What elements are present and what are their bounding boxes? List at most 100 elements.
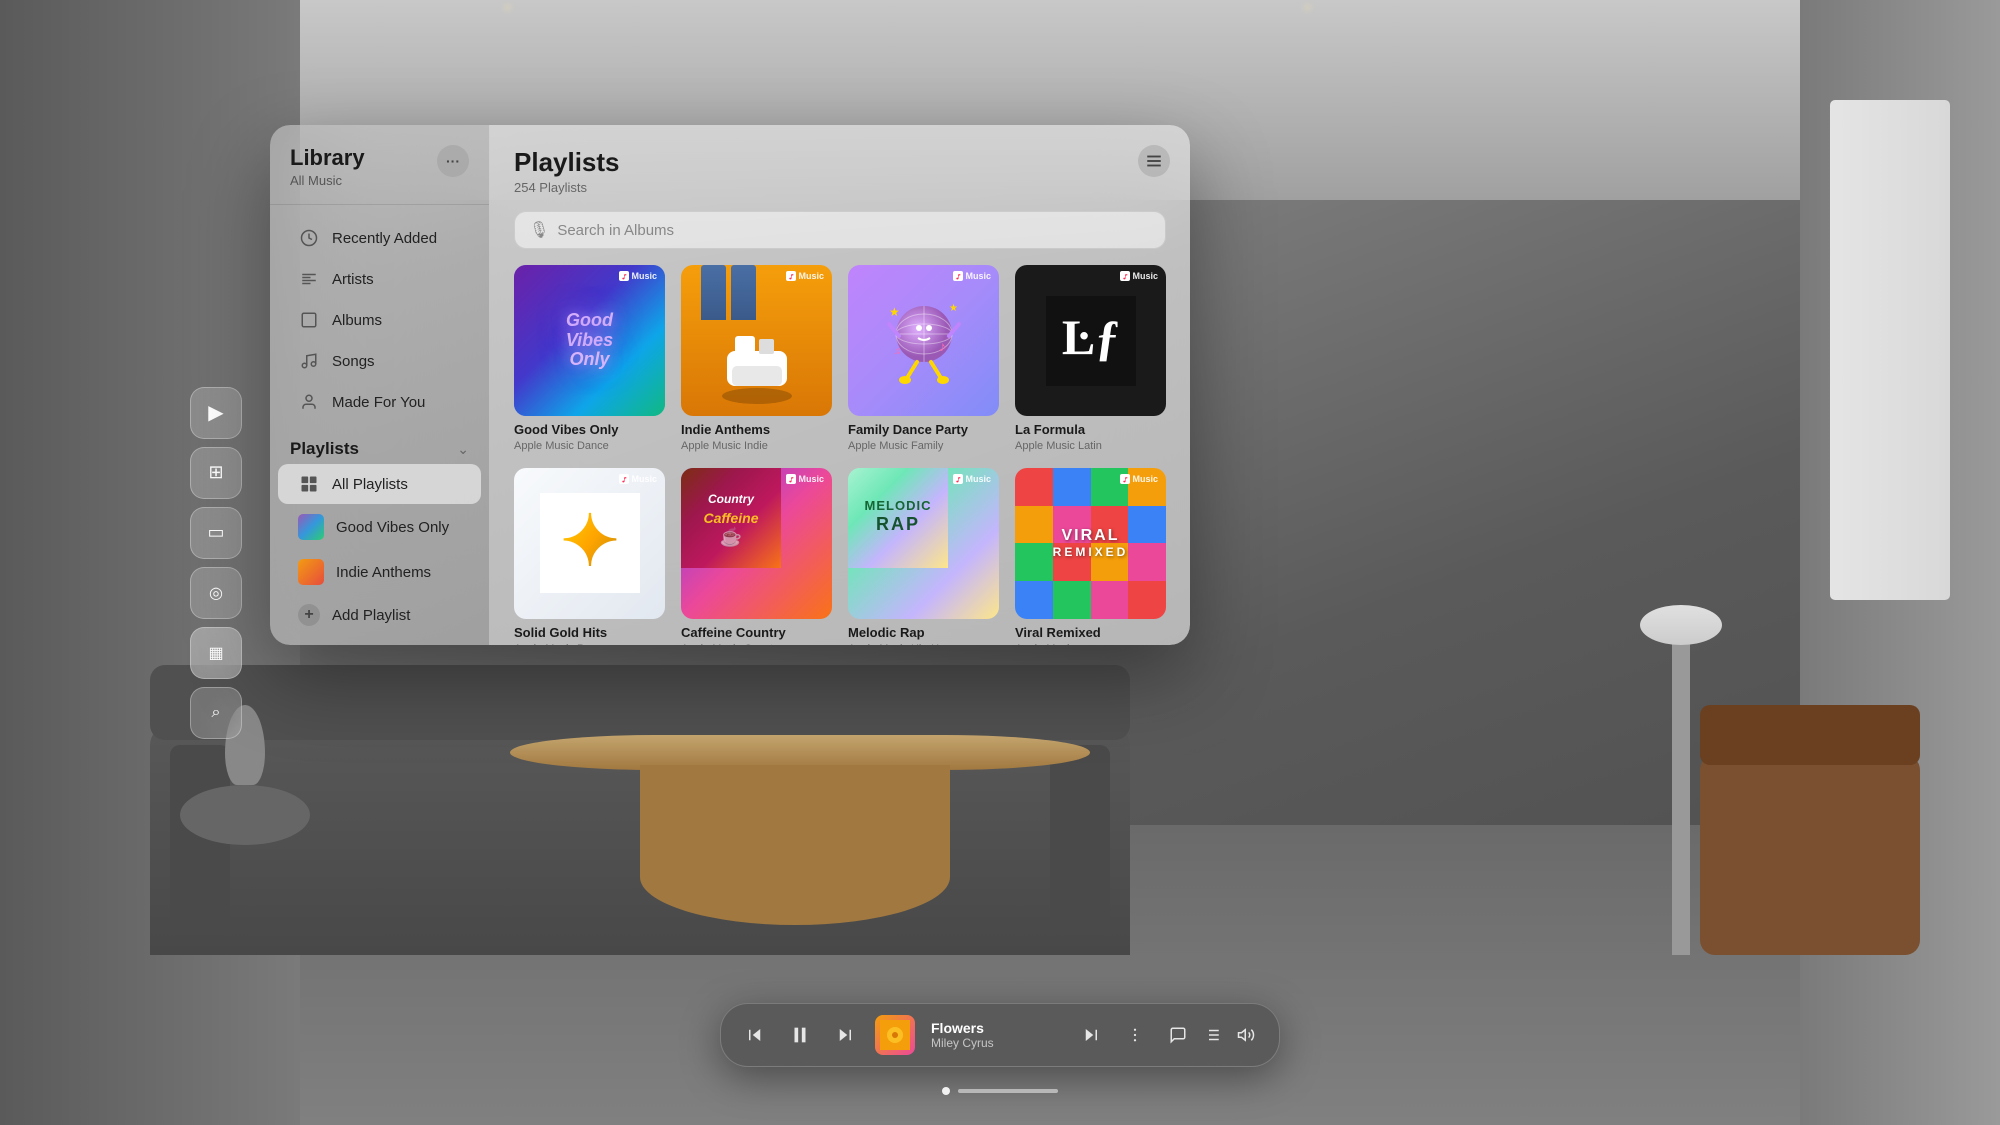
playlist-card-solid-gold-hits[interactable]: ✦ Music Solid Gold Hits Apple Music Pop [514, 468, 665, 645]
playlist-card-viral-remixed[interactable]: VIRAL REMIXED Music Viral Remixed Apple … [1015, 468, 1166, 645]
now-playing-album-thumb [875, 1015, 915, 1055]
svg-text:★: ★ [949, 303, 958, 314]
skip-next-button[interactable] [1077, 1022, 1105, 1048]
playlists-count: 254 Playlists [514, 180, 1166, 195]
microphone-icon: 🎙 [529, 220, 549, 240]
dock-item-grid[interactable]: ⊞ [190, 447, 242, 499]
apple-music-text-6: Music [798, 474, 824, 484]
track-name: Flowers [931, 1020, 1061, 1036]
apple-music-logo-icon-2 [786, 271, 796, 281]
coffee-table-base [640, 765, 950, 925]
viral-text: VIRAL [1062, 527, 1120, 545]
indie-anthems-artwork: Music [681, 265, 832, 416]
more-options-button[interactable] [1121, 1022, 1149, 1048]
apple-music-text-4: Music [1132, 271, 1158, 281]
la-formula-artwork: Ŀƒ Music [1015, 265, 1166, 416]
svg-text:✦: ✦ [560, 502, 619, 580]
dock-item-calendar[interactable]: ▦ [190, 627, 242, 679]
dock-item-radio[interactable]: ◎ [190, 567, 242, 619]
caffeine-country-name: Caffeine Country [681, 625, 832, 642]
main-menu-button[interactable] [1138, 145, 1170, 177]
la-formula-name: La Formula [1015, 422, 1166, 439]
search-bar[interactable]: 🎙 Search in Albums [514, 211, 1166, 249]
melodic-rap-artwork: MELODIC RAP Music [848, 468, 999, 619]
solid-gold-artwork-bg: ✦ [514, 468, 665, 619]
pause-button[interactable] [785, 1020, 815, 1050]
sidebar-item-all-playlists[interactable]: All Playlists [278, 464, 481, 504]
sidebar-more-button[interactable]: ··· [437, 145, 469, 177]
progress-dots [942, 1087, 1058, 1095]
indie-anthems-thumb [298, 559, 324, 585]
apple-music-logo-icon-8 [1120, 474, 1130, 484]
made-for-you-icon [298, 391, 320, 413]
artists-label: Artists [332, 271, 374, 288]
queue-button[interactable] [1199, 1022, 1225, 1048]
side-table-top [180, 785, 310, 845]
sidebar-item-albums[interactable]: Albums [278, 300, 481, 340]
apple-music-logo-icon-7 [953, 474, 963, 484]
family-dance-party-artwork: ★ ★ ♪ ♫ [848, 265, 999, 416]
apple-music-logo-icon-5 [619, 474, 629, 484]
svg-text:Country: Country [708, 492, 755, 506]
viral-remixed-text-overlay: VIRAL REMIXED [1015, 468, 1166, 619]
albums-label: Albums [332, 312, 382, 329]
extra-buttons [1165, 1022, 1259, 1048]
svg-text:☕: ☕ [720, 526, 742, 547]
volume-button[interactable] [1233, 1022, 1259, 1048]
playlist-card-good-vibes-only[interactable]: GoodVibesOnly Music Good Vibes Only Appl… [514, 265, 665, 452]
solid-gold-hits-artwork: ✦ Music [514, 468, 665, 619]
sidebar-item-songs[interactable]: Songs [278, 341, 481, 381]
la-formula-badge: Music [1120, 271, 1158, 281]
songs-label: Songs [332, 353, 375, 370]
all-playlists-label: All Playlists [332, 476, 408, 493]
sidebar-item-indie-anthems[interactable]: Indie Anthems [278, 550, 481, 594]
sidebar-item-artists[interactable]: Artists [278, 259, 481, 299]
playlist-card-melodic-rap[interactable]: MELODIC RAP Music Melodic Rap Apple Musi… [848, 468, 999, 645]
melodic-rap-name: Melodic Rap [848, 625, 999, 642]
viral-remixed-name: Viral Remixed [1015, 625, 1166, 642]
playlist-card-family-dance-party[interactable]: ★ ★ ♪ ♫ [848, 265, 999, 452]
indie-anthems-artwork-bg [681, 265, 832, 416]
playlists-chevron-icon[interactable]: ⌄ [457, 441, 469, 458]
sidebar-item-good-vibes[interactable]: Good Vibes Only [278, 505, 481, 549]
progress-dot-1 [942, 1087, 950, 1095]
lyrics-button[interactable] [1165, 1022, 1191, 1048]
apple-music-text-3: Music [965, 271, 991, 281]
svg-text:♪: ♪ [939, 338, 946, 354]
dock-item-play[interactable]: ▶ [190, 387, 242, 439]
sofa-armrest-right [1050, 745, 1110, 935]
sidebar-item-recently-added[interactable]: Recently Added [278, 218, 481, 258]
viral-remixed-badge: Music [1120, 474, 1158, 484]
playlists-section-header: Playlists ⌄ [270, 427, 489, 463]
lamp-pole [1672, 635, 1690, 955]
la-formula-provider: Apple Music Latin [1015, 440, 1166, 452]
playlist-card-la-formula[interactable]: Ŀƒ Music La Formula Apple Music Latin [1015, 265, 1166, 452]
good-vibes-badge: Music [619, 271, 657, 281]
apple-music-text-7: Music [965, 474, 991, 484]
albums-icon [298, 309, 320, 331]
good-vibes-only-name: Good Vibes Only [514, 422, 665, 439]
made-for-you-label: Made For You [332, 394, 425, 411]
playlists-section-title: Playlists [290, 439, 359, 459]
sidebar-item-made-for-you[interactable]: Made For You [278, 382, 481, 422]
dock-item-search[interactable]: ⌕ [190, 687, 242, 739]
main-header: Playlists 254 Playlists [490, 125, 1190, 211]
track-artist: Miley Cyrus [931, 1036, 1061, 1050]
indie-anthems-name: Indie Anthems [681, 422, 832, 439]
melodic-rap-provider: Apple Music Hip-Hop [848, 643, 999, 645]
good-vibes-artwork-bg: GoodVibesOnly [514, 265, 665, 416]
rewind-button[interactable] [741, 1022, 769, 1048]
search-placeholder: Search in Albums [557, 222, 1151, 239]
indie-anthems-label: Indie Anthems [336, 564, 431, 581]
dock-item-screen[interactable]: ▭ [190, 507, 242, 559]
fast-forward-button[interactable] [831, 1022, 859, 1048]
sidebar-item-add-playlist[interactable]: + Add Playlist [278, 595, 481, 635]
svg-text:Caffeine: Caffeine [704, 510, 759, 526]
apple-music-logo-icon-3 [953, 271, 963, 281]
indie-anthems-provider: Apple Music Indie [681, 440, 832, 452]
caffeine-country-artwork: Country Caffeine ☕ Music [681, 468, 832, 619]
apple-music-text-8: Music [1132, 474, 1158, 484]
family-dance-party-name: Family Dance Party [848, 422, 999, 439]
playlist-card-caffeine-country[interactable]: Country Caffeine ☕ Music Caffeine Countr… [681, 468, 832, 645]
playlist-card-indie-anthems[interactable]: Music Indie Anthems Apple Music Indie [681, 265, 832, 452]
